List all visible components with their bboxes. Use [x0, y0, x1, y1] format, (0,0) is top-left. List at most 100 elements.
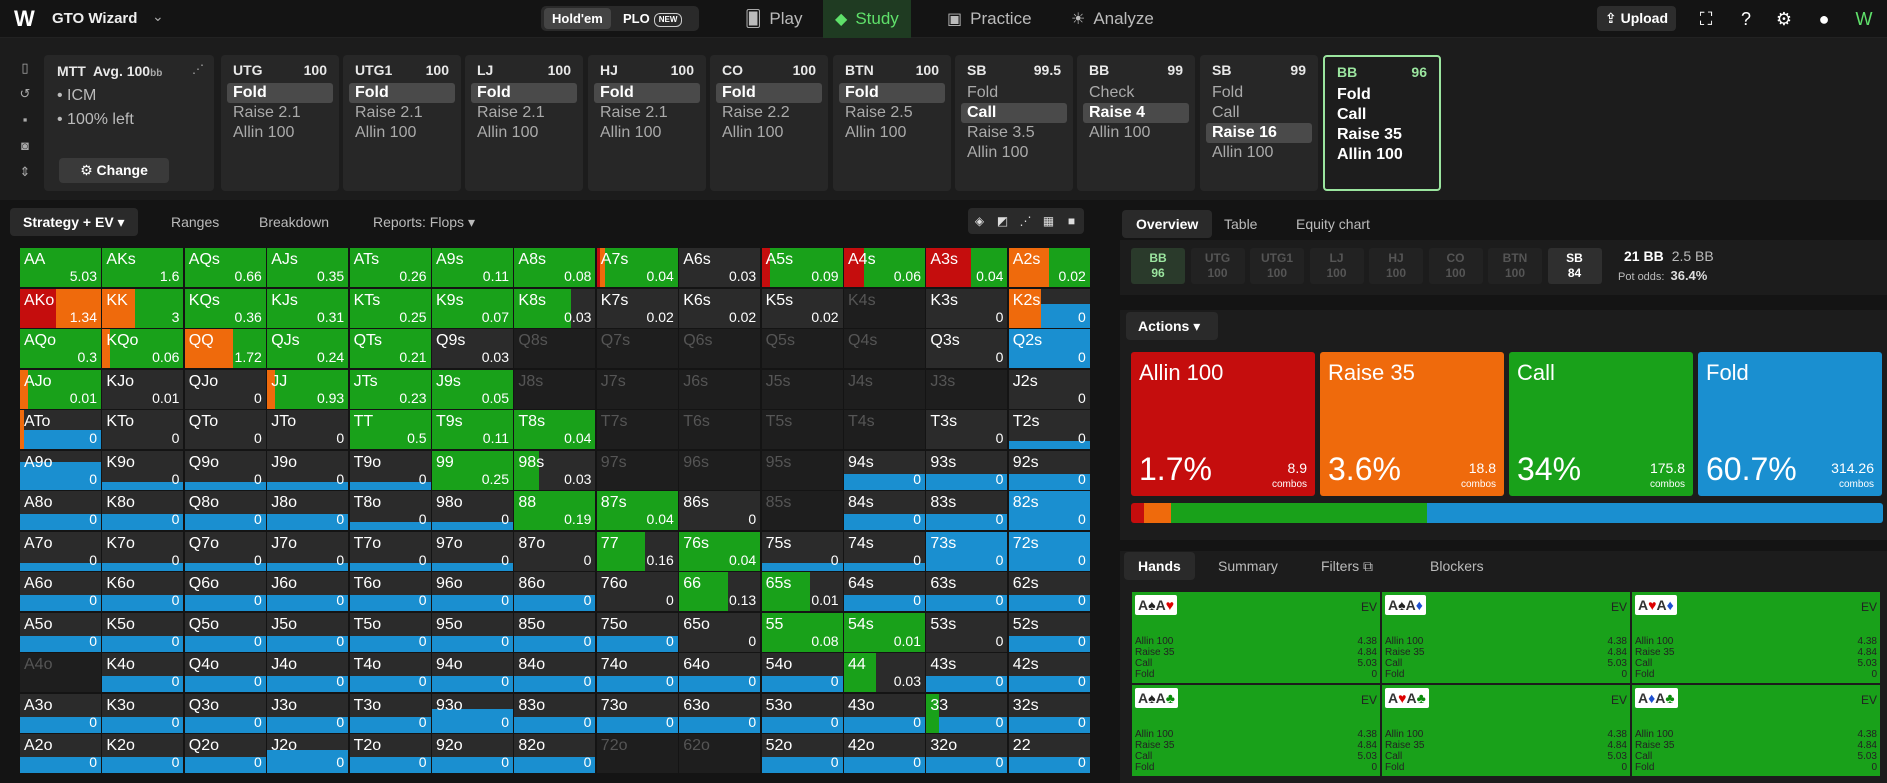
drag-icon[interactable]: ⋰ [192, 62, 204, 76]
hand-cell-q7s[interactable]: Q7s [596, 329, 678, 368]
seat-action[interactable]: Allin 100 [961, 143, 1067, 163]
hand-cell-qjs[interactable]: QJs 0.24 [267, 329, 349, 368]
seat-action[interactable]: Call [961, 103, 1067, 123]
seat-action[interactable]: Allin 100 [349, 123, 455, 143]
app-title[interactable]: GTO Wizard [52, 10, 137, 27]
chevron-down-icon[interactable]: ⌄ [152, 8, 164, 25]
hand-cell-q6s[interactable]: Q6s [679, 329, 761, 368]
seat-action[interactable]: Fold [349, 83, 455, 103]
hand-cell-k6s[interactable]: K6s 0.02 [679, 288, 761, 328]
hand-cell-q2s[interactable]: Q2s 0 [1008, 329, 1090, 368]
holdem-toggle[interactable]: Hold'em [544, 8, 611, 29]
hand-cell-86s[interactable]: 86s 0 [679, 491, 761, 530]
hand-cell-j9o[interactable]: J9o 0 [267, 450, 349, 490]
hand-cell-t4o[interactable]: T4o 0 [349, 653, 431, 692]
seat-utg-0[interactable]: UTG 100 Fold Raise 2.1 Allin 100 [221, 55, 339, 191]
hand-cell-62s[interactable]: 62s 0 [1008, 572, 1090, 611]
hand-cell-q4o[interactable]: Q4o 0 [184, 653, 266, 692]
hand-cell-75s[interactable]: 75s 0 [761, 531, 843, 571]
hand-cell-84s[interactable]: 84s 0 [844, 491, 925, 530]
hand-cell-j6o[interactable]: J6o 0 [267, 572, 349, 611]
hand-cell-62o[interactable]: 62o [679, 734, 761, 773]
hand-cell-j8o[interactable]: J8o 0 [267, 491, 349, 530]
action-box-raise-35[interactable]: Raise 35 3.6% 18.8 combos [1320, 352, 1504, 496]
hand-cell-75o[interactable]: 75o 0 [596, 612, 678, 652]
player-chip-utg[interactable]: UTG 100 [1190, 248, 1245, 284]
hand-cell-aqo[interactable]: AQo 0.3 [20, 329, 101, 368]
seat-action[interactable]: Raise 2.1 [349, 103, 455, 123]
gto-wizard-logo-icon[interactable]: W [14, 8, 36, 30]
hand-cell-k3s[interactable]: K3s 0 [926, 288, 1008, 328]
hand-cell-ato[interactable]: ATo 0 [20, 410, 101, 449]
screenshot-icon[interactable]: ⛶ [1694, 7, 1718, 31]
hand-cell-54o[interactable]: 54o 0 [761, 653, 843, 692]
hand-cell-q8s[interactable]: Q8s [514, 329, 596, 368]
hand-cell-92s[interactable]: 92s 0 [1008, 450, 1090, 490]
seat-action[interactable]: Fold [716, 83, 822, 103]
hand-cell-86o[interactable]: 86o 0 [514, 572, 596, 611]
hand-cell-87o[interactable]: 87o 0 [514, 531, 596, 571]
user-icon[interactable]: ● [1812, 7, 1836, 31]
hand-cell-42s[interactable]: 42s 0 [1008, 653, 1090, 692]
seat-action[interactable]: Allin 100 [1083, 123, 1189, 143]
hand-cell-76o[interactable]: 76o 0 [596, 572, 678, 611]
hand-cell-a8o[interactable]: A8o 0 [20, 491, 101, 530]
seat-action[interactable]: Allin 100 [1331, 145, 1437, 165]
seat-hj-3[interactable]: HJ 100 Fold Raise 2.1 Allin 100 [588, 55, 706, 191]
hand-cell-k8o[interactable]: K8o 0 [102, 491, 184, 530]
seat-action[interactable]: Allin 100 [1206, 143, 1312, 163]
hand-cell-98s[interactable]: 98s 0.03 [514, 450, 596, 490]
seat-action[interactable]: Allin 100 [471, 123, 577, 143]
hand-cell-q2o[interactable]: Q2o 0 [184, 734, 266, 773]
tab-strategy-ev[interactable]: Strategy + EV ▾ [10, 208, 138, 236]
hand-cell-52s[interactable]: 52s 0 [1008, 612, 1090, 652]
hand-cell-a5s[interactable]: A5s 0.09 [761, 248, 843, 287]
hand-cell-33[interactable]: 33 0 [926, 693, 1008, 733]
hand-cell-jj[interactable]: JJ 0.93 [267, 369, 349, 409]
hand-cell-t5s[interactable]: T5s [761, 410, 843, 449]
hand-cell-t9o[interactable]: T9o 0 [349, 450, 431, 490]
view-compact-icon[interactable]: ⋰ [1014, 208, 1037, 234]
hand-cell-k4s[interactable]: K4s [844, 288, 925, 328]
hand-cell-k5s[interactable]: K5s 0.02 [761, 288, 843, 328]
change-button[interactable]: ⚙ Change [59, 158, 169, 183]
player-chip-sb[interactable]: SB 84 [1547, 248, 1602, 284]
view-grid-icon[interactable]: ▦ [1037, 208, 1060, 234]
seat-action[interactable]: Raise 2.1 [471, 103, 577, 123]
hand-cell-t9s[interactable]: T9s 0.11 [432, 410, 513, 449]
seat-action[interactable]: Raise 16 [1206, 123, 1312, 143]
hand-cell-a5o[interactable]: A5o 0 [20, 612, 101, 652]
hand-cell-j2o[interactable]: J2o 0 [267, 734, 349, 773]
seat-action[interactable]: Fold [471, 83, 577, 103]
tab-equity-chart[interactable]: Equity chart [1282, 210, 1384, 238]
hand-cell-63o[interactable]: 63o 0 [679, 693, 761, 733]
hand-cell-t6s[interactable]: T6s [679, 410, 761, 449]
hand-cell-a6o[interactable]: A6o 0 [20, 572, 101, 611]
hand-cell-k9o[interactable]: K9o 0 [102, 450, 184, 490]
player-chip-co[interactable]: CO 100 [1428, 248, 1483, 284]
hand-cell-q9o[interactable]: Q9o 0 [184, 450, 266, 490]
hand-cell-q7o[interactable]: Q7o 0 [184, 531, 266, 571]
hand-cell-t6o[interactable]: T6o 0 [349, 572, 431, 611]
seat-btn-5[interactable]: BTN 100 Fold Raise 2.5 Allin 100 [833, 55, 951, 191]
tab-blockers[interactable]: Blockers [1416, 552, 1498, 580]
hand-cell-96o[interactable]: 96o 0 [432, 572, 513, 611]
hand-cell-93o[interactable]: 93o 0 [432, 693, 513, 733]
hand-cell-22[interactable]: 22 0 [1008, 734, 1090, 773]
hand-cell-87s[interactable]: 87s 0.04 [596, 491, 678, 530]
hand-cell-kjo[interactable]: KJo 0.01 [102, 369, 184, 409]
hand-cell-a3s[interactable]: A3s 0.04 [926, 248, 1008, 287]
tab-ranges[interactable]: Ranges [158, 208, 232, 236]
hand-cell-k9s[interactable]: K9s 0.07 [432, 288, 513, 328]
seat-action[interactable]: Allin 100 [594, 123, 700, 143]
hand-cell-k3o[interactable]: K3o 0 [102, 693, 184, 733]
tab-filters[interactable]: Filters ⧉ [1307, 552, 1387, 580]
seat-lj-2[interactable]: LJ 100 Fold Raise 2.1 Allin 100 [465, 55, 583, 191]
nav-study[interactable]: ◆ Study [823, 0, 911, 38]
hand-cell-a6s[interactable]: A6s 0.03 [679, 248, 761, 287]
hand-cell-jto[interactable]: JTo 0 [267, 410, 349, 449]
hand-card[interactable]: A♠A♣ EV Allin 100 4.38 Raise 35 4.84 Call 5.03 F… [1132, 685, 1380, 776]
hand-cell-66[interactable]: 66 0.13 [679, 572, 761, 611]
help-icon[interactable]: ? [1734, 7, 1758, 31]
hand-cell-95o[interactable]: 95o 0 [432, 612, 513, 652]
